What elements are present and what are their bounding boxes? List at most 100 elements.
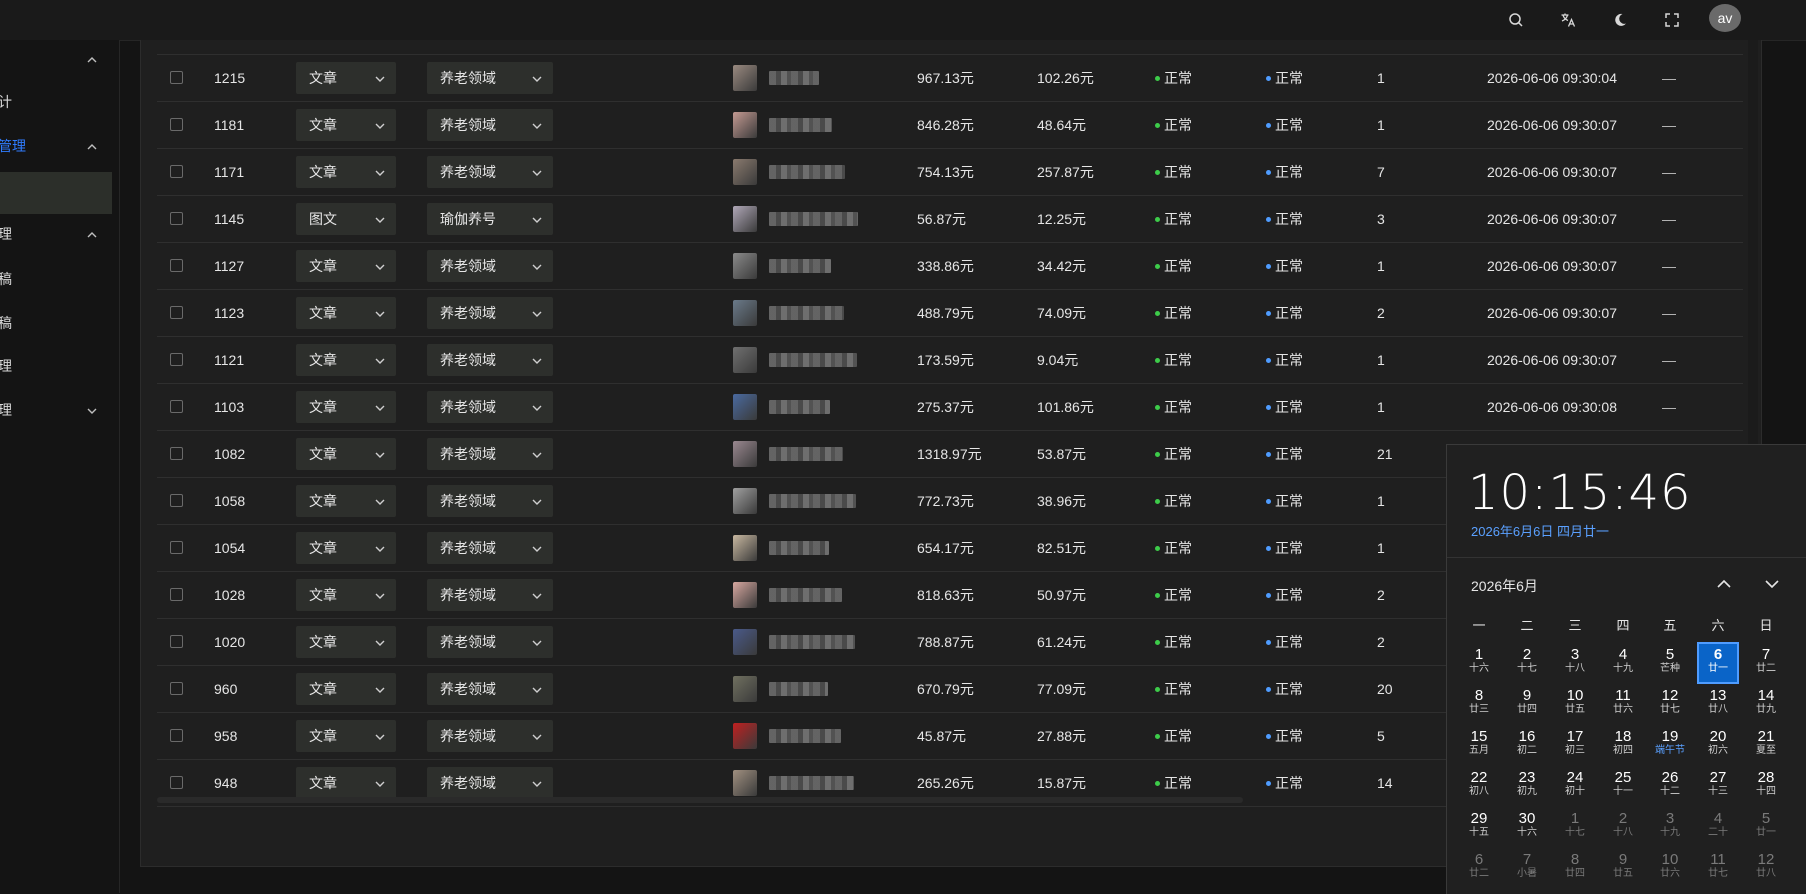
domain-select[interactable]: 养老领域 (427, 391, 553, 423)
calendar-day[interactable]: 4 二十 (1698, 807, 1738, 847)
type-select[interactable]: 文章 (296, 626, 396, 658)
month-label[interactable]: 2026年6月 (1471, 576, 1538, 596)
domain-select[interactable]: 养老领域 (427, 626, 553, 658)
calendar-day[interactable]: 3 十八 (1555, 643, 1595, 683)
type-select[interactable]: 文章 (296, 485, 396, 517)
domain-select[interactable]: 养老领域 (427, 250, 553, 282)
calendar-day[interactable]: 20 初六 (1698, 725, 1738, 765)
calendar-day[interactable]: 4 十九 (1603, 643, 1643, 683)
calendar-day[interactable]: 2 十八 (1603, 807, 1643, 847)
type-select[interactable]: 文章 (296, 391, 396, 423)
sidebar-item[interactable]: 计 (0, 83, 112, 121)
calendar-day[interactable]: 19 端午节 (1650, 725, 1690, 765)
calendar-day[interactable]: 1 十六 (1459, 643, 1499, 683)
sidebar-item[interactable]: 管理 (0, 127, 112, 165)
calendar-day[interactable]: 26 十二 (1650, 766, 1690, 806)
row-checkbox[interactable] (170, 541, 183, 554)
type-select[interactable]: 文章 (296, 297, 396, 329)
domain-select[interactable]: 养老领域 (427, 62, 553, 94)
row-checkbox[interactable] (170, 71, 183, 84)
calendar-day[interactable]: 5 廿一 (1746, 807, 1786, 847)
table-row[interactable]: 1123 文章 养老领域 488.79元 74.09元 正常 正常 2 2026-06-06 0… (157, 290, 1743, 337)
table-row[interactable]: 1127 文章 养老领域 338.86元 34.42元 正常 正常 1 2026-06-06 0… (157, 243, 1743, 290)
domain-select[interactable]: 瑜伽养号 (427, 203, 553, 235)
calendar-day[interactable]: 3 十九 (1650, 807, 1690, 847)
calendar-day[interactable]: 7 小暑 (1507, 848, 1547, 888)
domain-select[interactable]: 养老领域 (427, 720, 553, 752)
type-select[interactable]: 文章 (296, 767, 396, 799)
calendar-day[interactable]: 30 十六 (1507, 807, 1547, 847)
calendar-day[interactable]: 9 廿五 (1603, 848, 1643, 888)
calendar-day[interactable]: 7 廿二 (1746, 643, 1786, 683)
row-checkbox[interactable] (170, 353, 183, 366)
sidebar-item[interactable]: 理 (0, 391, 112, 429)
table-row[interactable]: 1121 文章 养老领域 173.59元 9.04元 正常 正常 1 2026-06-06 09… (157, 337, 1743, 384)
sidebar-item[interactable] (0, 40, 112, 78)
type-select[interactable]: 文章 (296, 344, 396, 376)
calendar-day[interactable]: 25 十一 (1603, 766, 1643, 806)
row-checkbox[interactable] (170, 118, 183, 131)
table-row[interactable]: 1181 文章 养老领域 846.28元 48.64元 正常 正常 1 2026-06-06 0… (157, 102, 1743, 149)
domain-select[interactable]: 养老领域 (427, 579, 553, 611)
calendar-day[interactable]: 11 廿七 (1698, 848, 1738, 888)
date-line[interactable]: 2026年6月6日 四月廿一 (1471, 521, 1609, 540)
type-select[interactable]: 文章 (296, 438, 396, 470)
calendar-day[interactable]: 12 廿七 (1650, 684, 1690, 724)
type-select[interactable]: 文章 (296, 579, 396, 611)
domain-select[interactable]: 养老领域 (427, 485, 553, 517)
calendar-day[interactable]: 23 初九 (1507, 766, 1547, 806)
calendar-day[interactable]: 1 十七 (1555, 807, 1595, 847)
prev-month-icon[interactable] (1715, 575, 1733, 593)
table-row[interactable]: 1215 文章 养老领域 967.13元 102.26元 正常 正常 1 2026-06-06 … (157, 55, 1743, 102)
row-checkbox[interactable] (170, 212, 183, 225)
table-row[interactable]: 1103 文章 养老领域 275.37元 101.86元 正常 正常 1 2026-06-06 … (157, 384, 1743, 431)
type-select[interactable]: 文章 (296, 720, 396, 752)
calendar-day[interactable]: 24 初十 (1555, 766, 1595, 806)
calendar-day[interactable]: 8 廿四 (1555, 848, 1595, 888)
sidebar-item[interactable]: 理 (0, 347, 112, 385)
type-select[interactable]: 文章 (296, 250, 396, 282)
domain-select[interactable]: 养老领域 (427, 156, 553, 188)
calendar-day[interactable]: 16 初二 (1507, 725, 1547, 765)
table-row[interactable]: 1171 文章 养老领域 754.13元 257.87元 正常 正常 7 2026-06-06 … (157, 149, 1743, 196)
type-select[interactable]: 文章 (296, 156, 396, 188)
calendar-day[interactable]: 9 廿四 (1507, 684, 1547, 724)
calendar-day[interactable]: 29 十五 (1459, 807, 1499, 847)
row-checkbox[interactable] (170, 306, 183, 319)
row-checkbox[interactable] (170, 682, 183, 695)
sidebar-item[interactable]: 理 (0, 215, 112, 253)
calendar-day[interactable]: 6 廿二 (1459, 848, 1499, 888)
calendar-day[interactable]: 8 廿三 (1459, 684, 1499, 724)
sidebar-item[interactable]: 稿 (0, 304, 112, 342)
domain-select[interactable]: 养老领域 (427, 673, 553, 705)
sidebar-item[interactable]: 稿 (0, 260, 112, 298)
domain-select[interactable]: 养老领域 (427, 767, 553, 799)
row-checkbox[interactable] (170, 165, 183, 178)
calendar-day[interactable]: 10 廿五 (1555, 684, 1595, 724)
row-checkbox[interactable] (170, 588, 183, 601)
calendar-day[interactable]: 12 廿八 (1746, 848, 1786, 888)
row-checkbox[interactable] (170, 494, 183, 507)
calendar-day[interactable]: 15 五月 (1459, 725, 1499, 765)
calendar-day[interactable]: 11 廿六 (1603, 684, 1643, 724)
calendar-day[interactable]: 13 廿八 (1698, 684, 1738, 724)
calendar-day[interactable]: 17 初三 (1555, 725, 1595, 765)
calendar-day[interactable]: 5 芒种 (1650, 643, 1690, 683)
type-select[interactable]: 文章 (296, 532, 396, 564)
calendar-day[interactable]: 28 十四 (1746, 766, 1786, 806)
row-checkbox[interactable] (170, 729, 183, 742)
type-select[interactable]: 图文 (296, 203, 396, 235)
domain-select[interactable]: 养老领域 (427, 297, 553, 329)
domain-select[interactable]: 养老领域 (427, 532, 553, 564)
row-checkbox[interactable] (170, 447, 183, 460)
row-checkbox[interactable] (170, 776, 183, 789)
domain-select[interactable]: 养老领域 (427, 109, 553, 141)
horizontal-scrollbar[interactable] (157, 797, 1243, 803)
calendar-day[interactable]: 22 初八 (1459, 766, 1499, 806)
next-month-icon[interactable] (1763, 575, 1781, 593)
calendar-day[interactable]: 21 夏至 (1746, 725, 1786, 765)
domain-select[interactable]: 养老领域 (427, 344, 553, 376)
table-row[interactable]: 1145 图文 瑜伽养号 56.87元 12.25元 正常 正常 3 2026-06-06 09… (157, 196, 1743, 243)
row-checkbox[interactable] (170, 400, 183, 413)
row-checkbox[interactable] (170, 259, 183, 272)
